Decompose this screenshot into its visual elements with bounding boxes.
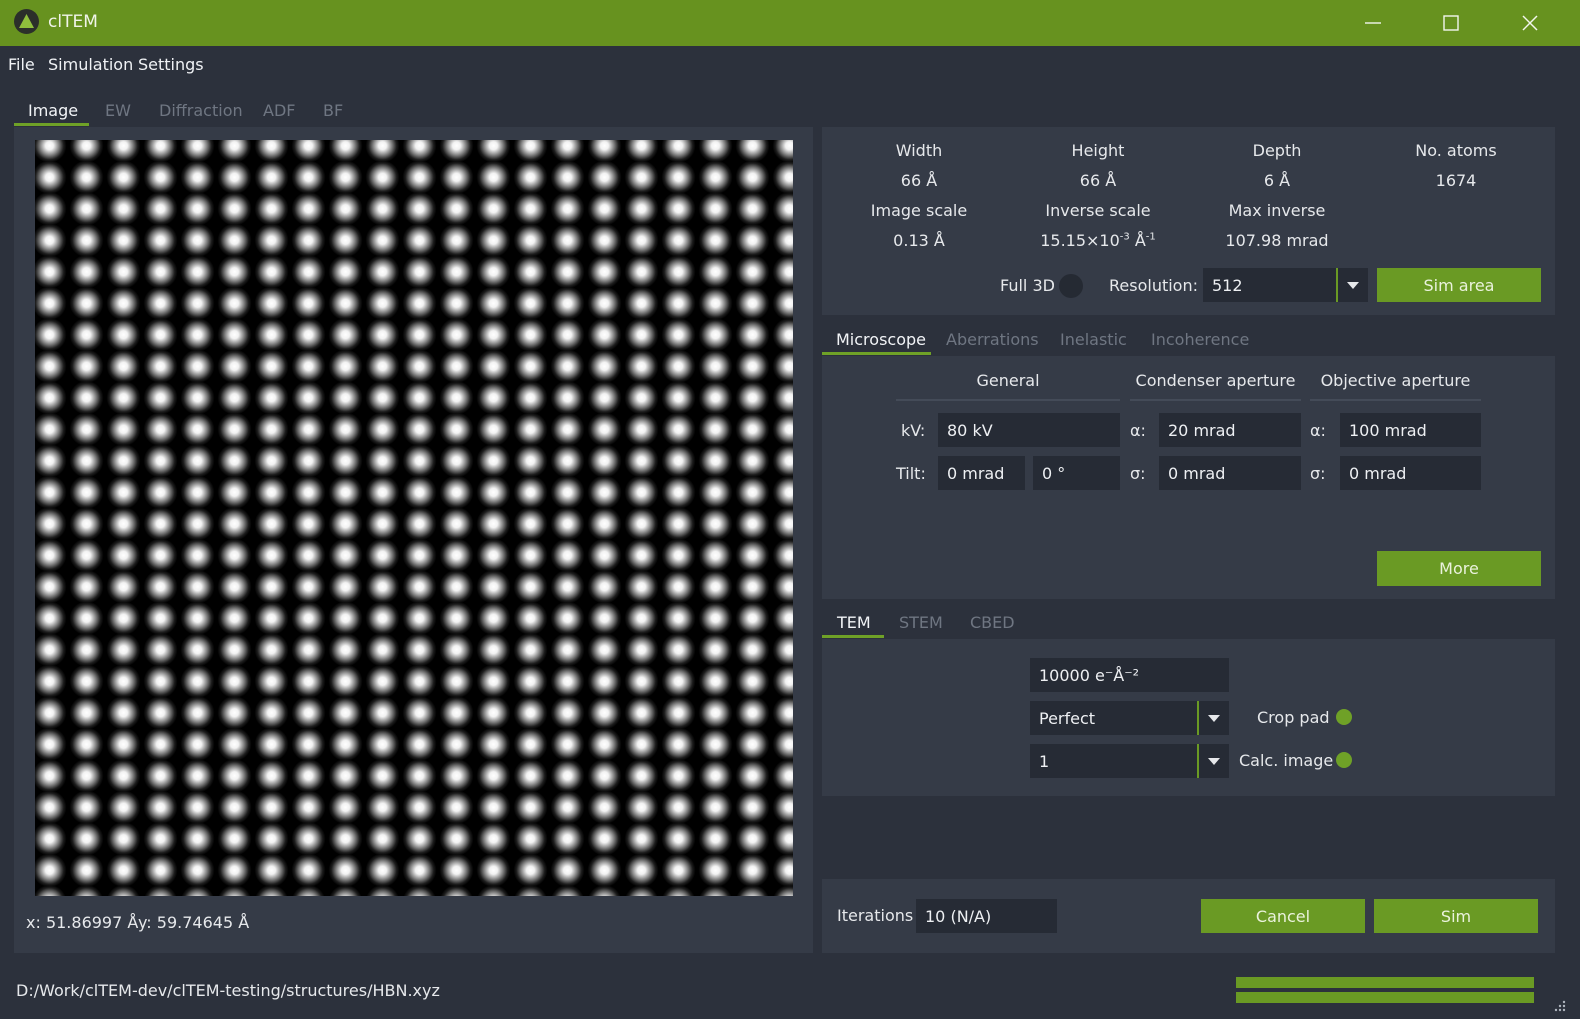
minimize-icon bbox=[1365, 22, 1381, 24]
close-button[interactable] bbox=[1491, 0, 1569, 46]
calc-image-label: Calc. image bbox=[1239, 751, 1334, 770]
tab-aberrations[interactable]: Aberrations bbox=[946, 330, 1039, 349]
file-path-status: D:/Work/clTEM-dev/clTEM-testing/structur… bbox=[16, 981, 440, 1000]
objective-header-line bbox=[1310, 399, 1481, 401]
objective-sigma-input[interactable]: 0 mrad bbox=[1340, 456, 1481, 490]
objective-sigma-label: σ: bbox=[1310, 464, 1326, 483]
tab-tem-indicator bbox=[822, 635, 884, 638]
width-value: 66 Å bbox=[900, 171, 938, 190]
general-header-line bbox=[896, 399, 1120, 401]
maximize-icon bbox=[1443, 15, 1459, 31]
progress-bar-1 bbox=[1236, 977, 1534, 988]
tem-image-view[interactable] bbox=[35, 140, 793, 896]
tab-microscope-indicator bbox=[822, 352, 931, 355]
atoms-value: 1674 bbox=[1435, 171, 1477, 190]
calc-image-toggle[interactable] bbox=[1336, 752, 1352, 768]
objective-alpha-input[interactable]: 100 mrad bbox=[1340, 413, 1481, 447]
tilt-input[interactable]: 0 mrad bbox=[938, 456, 1025, 490]
depth-label: Depth bbox=[1252, 141, 1302, 160]
iterations-label: Iterations bbox=[837, 906, 914, 925]
more-button[interactable]: More bbox=[1377, 551, 1541, 586]
tab-stem[interactable]: STEM bbox=[899, 613, 943, 632]
objective-alpha-label: α: bbox=[1310, 421, 1326, 440]
objective-header: Objective aperture bbox=[1320, 371, 1471, 390]
ccd-select[interactable]: Perfect bbox=[1030, 701, 1197, 735]
tab-diffraction[interactable]: Diffraction bbox=[159, 101, 243, 120]
iterations-input[interactable]: 10 (N/A) bbox=[916, 899, 1057, 933]
condenser-alpha-input[interactable]: 20 mrad bbox=[1159, 413, 1301, 447]
height-value: 66 Å bbox=[1079, 171, 1117, 190]
tab-cbed[interactable]: CBED bbox=[970, 613, 1015, 632]
ccd-dropdown-button[interactable] bbox=[1199, 701, 1229, 735]
sim-button[interactable]: Sim bbox=[1374, 899, 1538, 933]
tab-image[interactable]: Image bbox=[28, 101, 78, 120]
tab-image-indicator bbox=[14, 123, 89, 126]
chevron-down-icon bbox=[1208, 757, 1220, 765]
kv-label: kV: bbox=[901, 421, 926, 440]
tab-adf[interactable]: ADF bbox=[263, 101, 295, 120]
condenser-header: Condenser aperture bbox=[1135, 371, 1296, 390]
tab-inelastic[interactable]: Inelastic bbox=[1060, 330, 1127, 349]
condenser-alpha-label: α: bbox=[1130, 421, 1146, 440]
crop-pad-label: Crop pad bbox=[1257, 708, 1330, 727]
menu-settings[interactable]: Settings bbox=[138, 55, 204, 74]
app-logo-icon bbox=[14, 9, 39, 34]
condenser-header-line bbox=[1130, 399, 1301, 401]
binning-select[interactable]: 1 bbox=[1030, 744, 1197, 778]
max-inverse-label: Max inverse bbox=[1228, 201, 1326, 220]
image-scale-label: Image scale bbox=[870, 201, 968, 220]
height-label: Height bbox=[1071, 141, 1125, 160]
resize-grip-icon[interactable] bbox=[1554, 997, 1566, 1016]
full3d-toggle[interactable] bbox=[1059, 274, 1083, 298]
window-title: clTEM bbox=[48, 12, 98, 32]
tab-microscope[interactable]: Microscope bbox=[836, 330, 926, 349]
resolution-dropdown-button[interactable] bbox=[1338, 268, 1368, 302]
tilt-label: Tilt: bbox=[896, 464, 926, 483]
tab-bf[interactable]: BF bbox=[323, 101, 343, 120]
chevron-down-icon bbox=[1347, 281, 1359, 289]
chevron-down-icon bbox=[1208, 714, 1220, 722]
tab-ew[interactable]: EW bbox=[105, 101, 131, 120]
width-label: Width bbox=[895, 141, 943, 160]
tab-incoherence[interactable]: Incoherence bbox=[1151, 330, 1249, 349]
dose-input[interactable]: 10000 e⁻Å⁻² bbox=[1030, 658, 1229, 692]
max-inverse-value: 107.98 mrad bbox=[1225, 231, 1329, 250]
maximize-button[interactable] bbox=[1412, 0, 1490, 46]
cursor-x-readout: x: 51.86997 Å bbox=[26, 913, 139, 932]
cursor-y-readout: y: 59.74645 Å bbox=[138, 913, 250, 932]
tab-tem[interactable]: TEM bbox=[837, 613, 871, 632]
kv-input[interactable]: 80 kV bbox=[938, 413, 1120, 447]
close-icon bbox=[1522, 15, 1538, 31]
resolution-label: Resolution: bbox=[1109, 276, 1198, 295]
inverse-scale-value: 15.15×10-3 Å-1 bbox=[1040, 231, 1156, 250]
menu-simulation[interactable]: Simulation bbox=[48, 55, 133, 74]
full3d-label: Full 3D bbox=[1000, 276, 1055, 295]
depth-value: 6 Å bbox=[1263, 171, 1291, 190]
sim-area-button[interactable]: Sim area bbox=[1377, 268, 1541, 302]
atoms-label: No. atoms bbox=[1415, 141, 1497, 160]
tilt-angle-input[interactable]: 0 ° bbox=[1033, 456, 1120, 490]
crop-pad-toggle[interactable] bbox=[1336, 709, 1352, 725]
menu-file[interactable]: File bbox=[8, 55, 35, 74]
inverse-scale-label: Inverse scale bbox=[1045, 201, 1151, 220]
binning-dropdown-button[interactable] bbox=[1199, 744, 1229, 778]
resolution-select[interactable]: 512 bbox=[1203, 268, 1336, 302]
general-header: General bbox=[976, 371, 1040, 390]
cancel-button[interactable]: Cancel bbox=[1201, 899, 1365, 933]
condenser-sigma-input[interactable]: 0 mrad bbox=[1159, 456, 1301, 490]
condenser-sigma-label: σ: bbox=[1130, 464, 1146, 483]
minimize-button[interactable] bbox=[1334, 0, 1412, 46]
progress-bar-2 bbox=[1236, 992, 1534, 1003]
image-scale-value: 0.13 Å bbox=[893, 231, 945, 250]
